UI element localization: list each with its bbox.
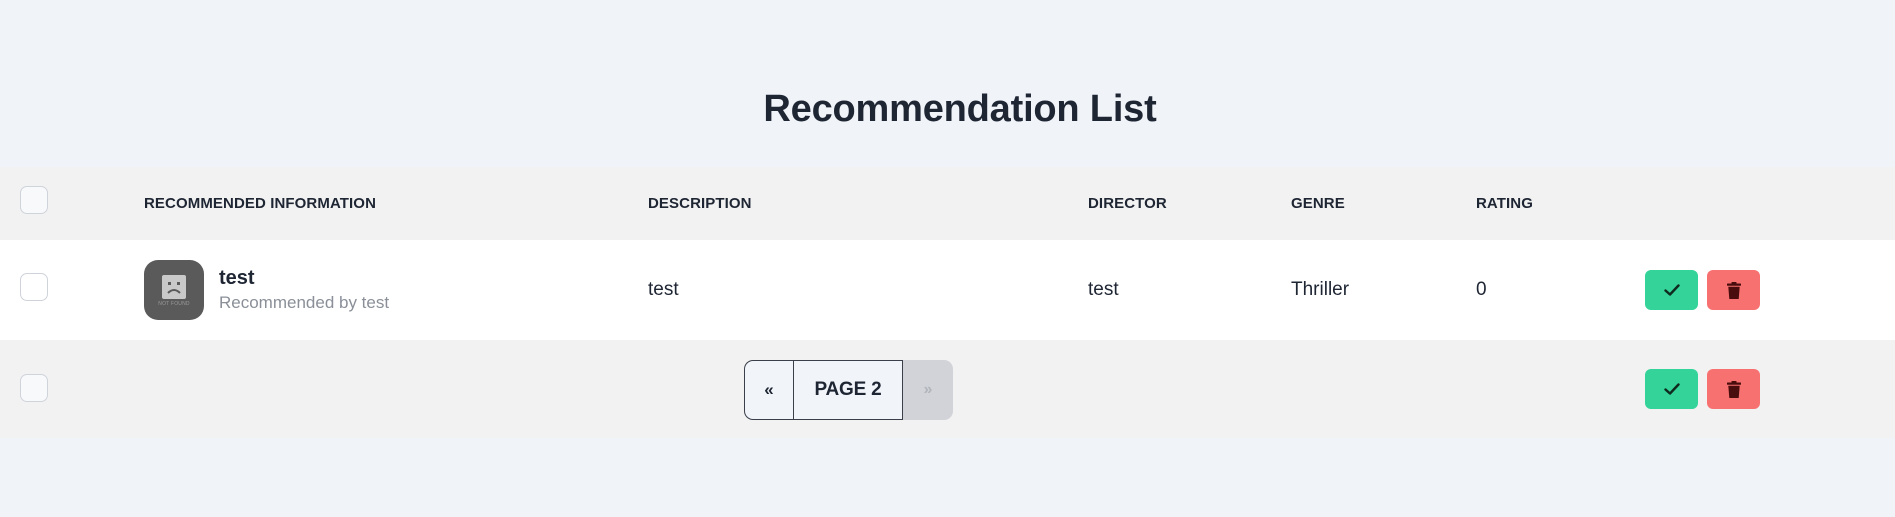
previous-page-button[interactable]: « bbox=[744, 360, 793, 420]
recommendation-table: RECOMMENDED INFORMATION DESCRIPTION DIRE… bbox=[0, 167, 1895, 438]
recommended-by: Recommended by test bbox=[219, 293, 390, 312]
page-title: Recommendation List bbox=[763, 88, 1157, 130]
director-cell: test bbox=[1088, 279, 1119, 300]
avatar-caption: NOT FOUND bbox=[158, 300, 190, 307]
avatar: NOT FOUND bbox=[144, 260, 204, 320]
header-rating: RATING bbox=[1476, 195, 1533, 212]
trash-icon bbox=[1726, 281, 1741, 299]
approve-button[interactable] bbox=[1645, 270, 1698, 310]
bulk-delete-button[interactable] bbox=[1707, 369, 1760, 409]
genre-cell: Thriller bbox=[1291, 279, 1350, 300]
rating-cell: 0 bbox=[1476, 279, 1487, 300]
select-all-cell bbox=[20, 167, 48, 240]
current-page-indicator: PAGE 2 bbox=[793, 360, 903, 420]
footer-checkbox[interactable] bbox=[20, 374, 48, 402]
info-text: test Recommended by test bbox=[219, 266, 389, 314]
table-header-row: RECOMMENDED INFORMATION DESCRIPTION DIRE… bbox=[0, 167, 1895, 240]
row-checkbox[interactable] bbox=[20, 272, 48, 301]
trash-icon bbox=[1726, 380, 1741, 398]
table-row: NOT FOUND test Recommended by test test … bbox=[0, 240, 1895, 340]
footer-select-cell bbox=[20, 340, 48, 438]
select-all-checkbox[interactable] bbox=[20, 185, 48, 214]
check-icon bbox=[1663, 383, 1680, 395]
pagination-cell: « PAGE 2 » bbox=[744, 340, 953, 438]
next-page-button[interactable]: » bbox=[903, 360, 953, 420]
sad-face-icon bbox=[162, 274, 186, 299]
check-icon bbox=[1663, 284, 1680, 296]
row-actions bbox=[1645, 240, 1760, 340]
delete-button[interactable] bbox=[1707, 270, 1760, 310]
description-cell: test bbox=[648, 279, 679, 300]
table-footer-row: « PAGE 2 » bbox=[0, 340, 1895, 438]
row-select-cell bbox=[20, 240, 48, 340]
bulk-actions bbox=[1645, 340, 1760, 438]
bulk-approve-button[interactable] bbox=[1645, 369, 1698, 409]
header-genre: GENRE bbox=[1291, 195, 1345, 212]
header-description: DESCRIPTION bbox=[648, 195, 752, 212]
header-director: DIRECTOR bbox=[1088, 195, 1167, 212]
header-recommended-information: RECOMMENDED INFORMATION bbox=[144, 195, 377, 212]
recommendation-title: test bbox=[219, 267, 255, 289]
recommended-information-cell: NOT FOUND test Recommended by test bbox=[144, 240, 389, 340]
pagination: « PAGE 2 » bbox=[744, 360, 953, 420]
